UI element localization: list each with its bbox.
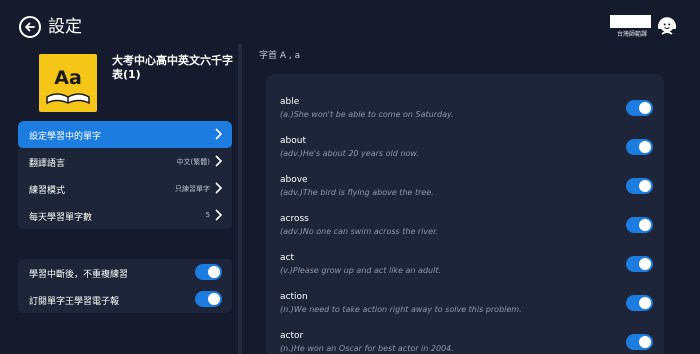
chevron-right-icon: [215, 128, 223, 140]
book-cover-image: Aa: [39, 54, 97, 112]
example-sentence: (n.)He won an Oscar for best actor in 20…: [280, 344, 454, 353]
toggle-knob: [639, 180, 651, 192]
menu-item-translation-language[interactable]: 翻譯語言 中文(繁體): [18, 148, 232, 175]
list-item: action (n.)We need to take action right …: [266, 283, 664, 322]
toggle-row-no-repeat: 學習中斷後，不重複練習: [18, 259, 232, 286]
list-item: above (adv.)The bird is flying above the…: [266, 166, 664, 205]
toggle-knob: [639, 102, 651, 114]
example-sentence: (adv.)No one can swim across the river.: [280, 227, 439, 236]
word-toggle[interactable]: [626, 100, 653, 116]
word-label: act: [280, 253, 294, 263]
menu-item-label: 設定學習中的單字: [29, 132, 102, 142]
toggle-label: 訂閱單字王學習電子報: [29, 297, 120, 307]
menu-item-label: 每天學習單字數: [29, 213, 93, 223]
menu-item-learning-words[interactable]: 設定學習中的單字: [18, 121, 232, 148]
example-sentence: (adv.)He's about 20 years old now.: [280, 149, 419, 158]
toggle-knob: [639, 258, 651, 270]
word-toggle[interactable]: [626, 139, 653, 155]
word-toggle[interactable]: [626, 334, 653, 350]
example-sentence: (v.)Please grow up and act like an adult…: [280, 266, 441, 275]
list-item: actor (n.)He won an Oscar for best actor…: [266, 322, 664, 354]
toggle-knob: [639, 141, 651, 153]
section-header: 字首 A , a: [259, 51, 301, 61]
menu-item-value: 只練習單字: [175, 185, 210, 193]
word-label: action: [280, 292, 308, 302]
panel-scrollbar[interactable]: [238, 44, 242, 354]
chevron-right-icon: [215, 182, 223, 194]
svg-text:Aa: Aa: [54, 67, 82, 89]
word-toggle[interactable]: [626, 295, 653, 311]
page-title: 設定: [48, 17, 82, 37]
word-label: above: [280, 175, 308, 185]
example-sentence: (a.)She won't be able to come on Saturda…: [280, 110, 454, 119]
word-toggle[interactable]: [626, 217, 653, 233]
word-toggle[interactable]: [626, 178, 653, 194]
settings-panel: Aa 大考中心高中英文六千字表(1) 設定學習中的單字 翻譯語言 中文(繁體) …: [18, 44, 236, 354]
word-toggle[interactable]: [626, 256, 653, 272]
word-label: able: [280, 97, 300, 107]
word-list: able (a.)She won't be able to come on Sa…: [266, 74, 664, 354]
list-item: across (adv.)No one can swim across the …: [266, 205, 664, 244]
list-item: about (adv.)He's about 20 years old now.: [266, 127, 664, 166]
header-bar: 設定 台灣師範課: [0, 0, 700, 44]
menu-item-value: 5: [205, 211, 210, 219]
menu-item-value: 中文(繁體): [176, 158, 210, 166]
arrow-left-icon: [25, 22, 35, 32]
toggle-row-newsletter: 訂閱單字王學習電子報: [18, 286, 232, 313]
toggle-knob: [639, 336, 651, 348]
toggle-knob: [208, 266, 220, 278]
toggle-knob: [639, 297, 651, 309]
no-repeat-toggle[interactable]: [195, 264, 222, 280]
word-label: about: [280, 136, 306, 146]
chevron-right-icon: [215, 155, 223, 167]
account-label: 台灣師範課: [617, 31, 648, 38]
chevron-right-icon: [215, 209, 223, 221]
open-book-icon: Aa: [46, 67, 90, 105]
account-name-box[interactable]: [610, 15, 651, 28]
toggle-knob: [639, 219, 651, 231]
customer-support-icon[interactable]: [656, 15, 678, 37]
menu-item-daily-word-count[interactable]: 每天學習單字數 5: [18, 202, 232, 229]
list-item: act (v.)Please grow up and act like an a…: [266, 244, 664, 283]
example-sentence: (n.)We need to take action right away to…: [280, 305, 522, 314]
toggle-knob: [208, 293, 220, 305]
newsletter-toggle[interactable]: [195, 291, 222, 307]
word-label: actor: [280, 331, 304, 341]
toggle-label: 學習中斷後，不重複練習: [29, 270, 129, 280]
back-button[interactable]: [19, 16, 41, 38]
list-item: able (a.)She won't be able to come on Sa…: [266, 88, 664, 127]
book-title: 大考中心高中英文六千字表(1): [112, 54, 233, 81]
example-sentence: (adv.)The bird is flying above the tree.: [280, 188, 434, 197]
menu-item-label: 翻譯語言: [29, 159, 66, 169]
word-label: across: [280, 214, 309, 224]
menu-item-label: 練習模式: [29, 186, 66, 196]
settings-menu: 設定學習中的單字 翻譯語言 中文(繁體) 練習模式 只練習單字 每天學習單字數 …: [18, 121, 232, 229]
menu-item-practice-mode[interactable]: 練習模式 只練習單字: [18, 175, 232, 202]
preferences-card: 學習中斷後，不重複練習 訂閱單字王學習電子報: [18, 259, 232, 313]
